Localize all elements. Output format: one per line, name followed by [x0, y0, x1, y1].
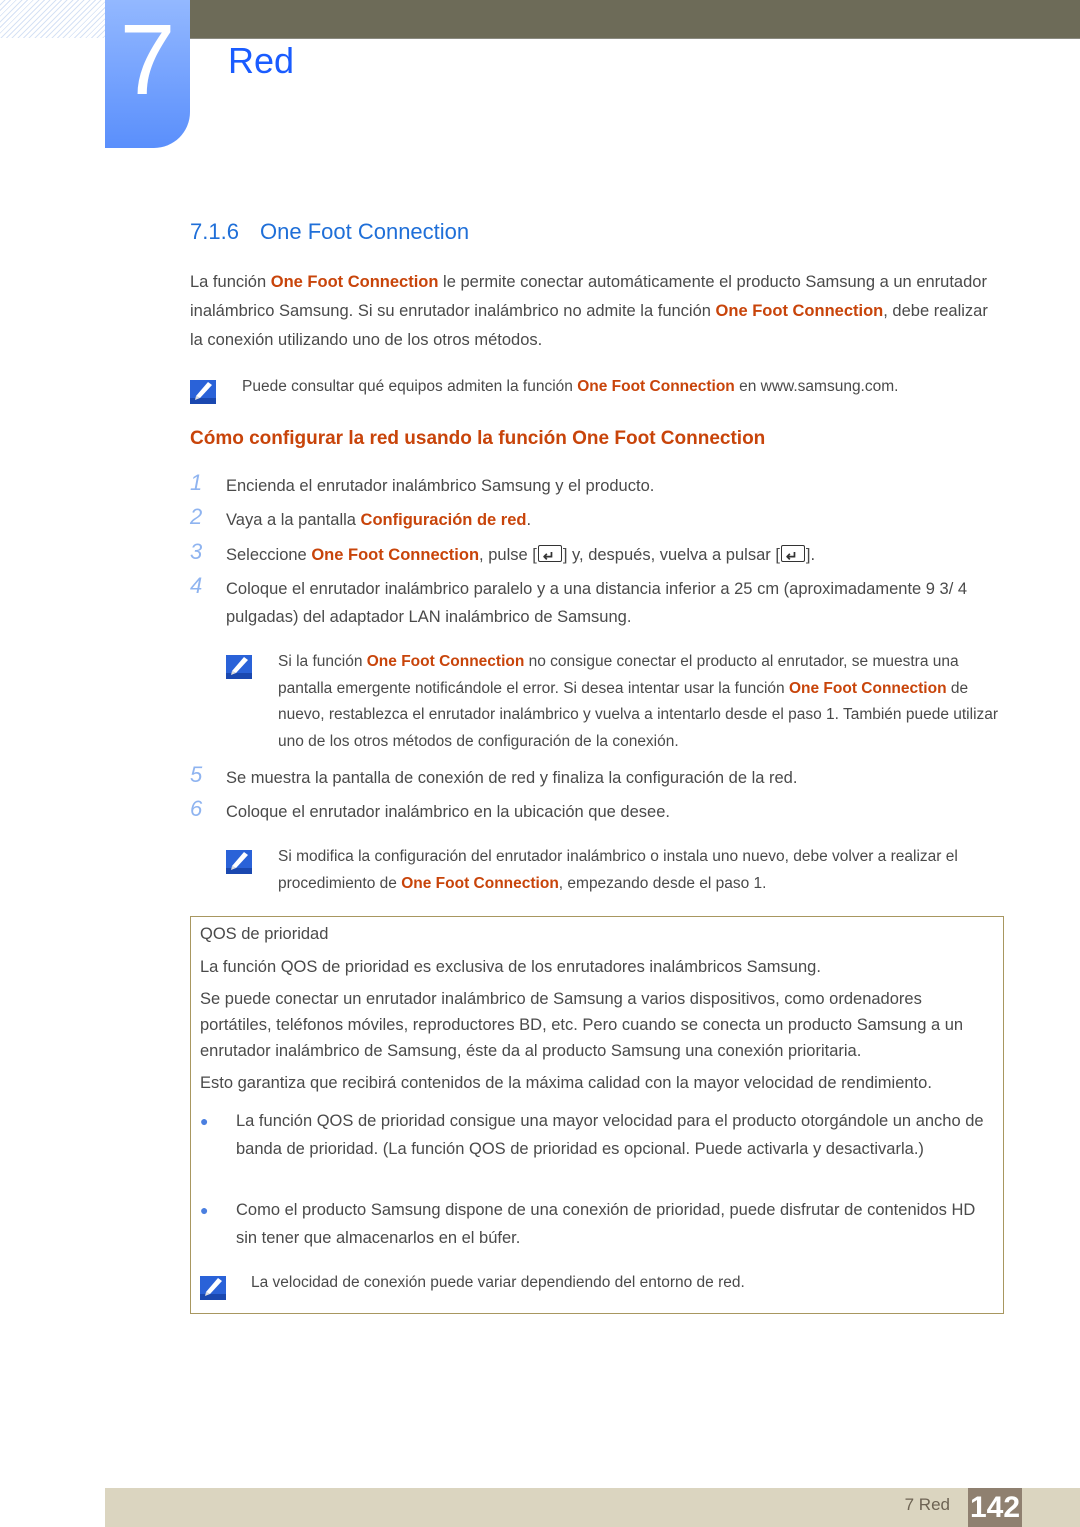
step-number: 5 [190, 762, 203, 787]
note-icon [200, 1276, 226, 1300]
step-number: 2 [190, 504, 203, 529]
step-6: 6 Coloque el enrutador inalámbrico en la … [190, 796, 1005, 826]
step-number: 6 [190, 796, 203, 821]
intro-paragraph: La función One Foot Connection le permit… [190, 268, 990, 355]
text-segment: Puede consultar qué equipos admiten la f… [242, 378, 578, 395]
note-icon [190, 380, 216, 404]
footer-bar: 7 Red 142 [105, 1488, 1080, 1527]
highlighted-term: One Foot Connection [788, 679, 947, 697]
step-number: 4 [190, 573, 203, 598]
step-3: 3 Seleccione One Foot Connection, pulse [… [190, 539, 1005, 570]
qos-bullet: ● La función QOS de prioridad consigue un… [200, 1108, 995, 1163]
header-hatch [0, 0, 105, 38]
subheading: Cómo configurar la red usando la función… [190, 428, 766, 449]
text-segment: Si la función [278, 653, 367, 670]
qos-info-box: QOS de prioridad La función QOS de prior… [190, 916, 1004, 1314]
note-icon [226, 850, 252, 874]
highlighted-term: One Foot Connection [270, 273, 439, 291]
step-number: 1 [190, 470, 203, 495]
step-4: 4 Coloque el enrutador inalámbrico parale… [190, 573, 1005, 631]
text-segment: ]. [805, 546, 816, 564]
text-segment: Se muestra la pantalla de conexión de re… [226, 769, 798, 787]
text-segment: La función [190, 273, 271, 291]
step-text: Coloque el enrutador inalámbrico en la u… [226, 798, 1005, 826]
chapter-number: 7 [119, 4, 176, 116]
step-5: 5 Se muestra la pantalla de conexión de r… [190, 762, 1005, 792]
highlighted-term: One Foot Connection [366, 653, 525, 670]
highlighted-term: Configuración de red [360, 511, 527, 529]
qos-note: La velocidad de conexión puede variar de… [251, 1274, 745, 1291]
chapter-badge: 7 [105, 0, 190, 148]
section-heading: 7.1.6 One Foot Connection [190, 219, 469, 245]
text-segment: Vaya a la pantalla [226, 511, 361, 529]
text-segment: Coloque el enrutador inalámbrico en la u… [226, 803, 670, 821]
section-number: 7.1.6 [190, 219, 239, 244]
step-2: 2 Vaya a la pantalla Configuración de red… [190, 504, 1005, 534]
highlighted-term: One Foot Connection [577, 378, 735, 395]
page-number: 142 [968, 1488, 1022, 1527]
chapter-title: Red [228, 40, 295, 81]
text-segment: Seleccione [226, 546, 312, 564]
qos-paragraph: La función QOS de prioridad es exclusiva… [200, 958, 821, 976]
footer-chapter-label: 7 Red [904, 1495, 950, 1514]
step-1: 1 Encienda el enrutador inalámbrico Samsu… [190, 470, 1005, 500]
text-segment: , pulse [ [479, 546, 537, 564]
highlighted-term: One Foot Connection [715, 302, 884, 320]
bullet-icon: ● [200, 1113, 209, 1129]
text-segment: en www.samsung.com. [734, 378, 899, 395]
qos-title: QOS de prioridad [200, 925, 329, 943]
text-segment: Encienda el enrutador inalámbrico Samsun… [226, 477, 655, 495]
text-segment: , empezando desde el paso 1. [558, 874, 767, 892]
step-text: Vaya a la pantalla Configuración de red. [226, 506, 1005, 534]
text-segment: Coloque el enrutador inalámbrico paralel… [226, 580, 968, 626]
enter-icon [780, 542, 805, 570]
step-text: Se muestra la pantalla de conexión de re… [226, 764, 1005, 792]
text-segment: ] y, después, vuelva a pulsar [ [562, 546, 780, 564]
section-title: One Foot Connection [260, 219, 470, 244]
enter-icon [537, 542, 562, 570]
header-bar [190, 0, 1080, 39]
note-one-foot-support: Puede consultar qué equipos admiten la f… [242, 374, 1022, 401]
qos-bullet: ● Como el producto Samsung dispone de una… [200, 1197, 995, 1252]
text-segment: . [526, 511, 532, 529]
qos-paragraph: Se puede conectar un enrutador inalámbri… [200, 990, 964, 1060]
bullet-text: La función QOS de prioridad consigue una… [236, 1112, 984, 1158]
step-text: Seleccione One Foot Connection, pulse []… [226, 541, 1005, 570]
step-text: Coloque el enrutador inalámbrico paralel… [226, 575, 1005, 631]
highlighted-term: One Foot Connection [401, 874, 559, 892]
qos-paragraph: Esto garantiza que recibirá contenidos d… [200, 1074, 932, 1092]
note-icon [226, 655, 252, 679]
bullet-text: Como el producto Samsung dispone de una … [236, 1201, 976, 1247]
highlighted-term: One Foot Connection [311, 546, 480, 564]
note-connection-error: Si la función One Foot Connection no con… [278, 649, 1006, 755]
note-router-change: Si modifica la configuración del enrutad… [278, 844, 1006, 897]
bullet-icon: ● [200, 1202, 209, 1218]
step-number: 3 [190, 539, 203, 564]
step-text: Encienda el enrutador inalámbrico Samsun… [226, 472, 1005, 500]
